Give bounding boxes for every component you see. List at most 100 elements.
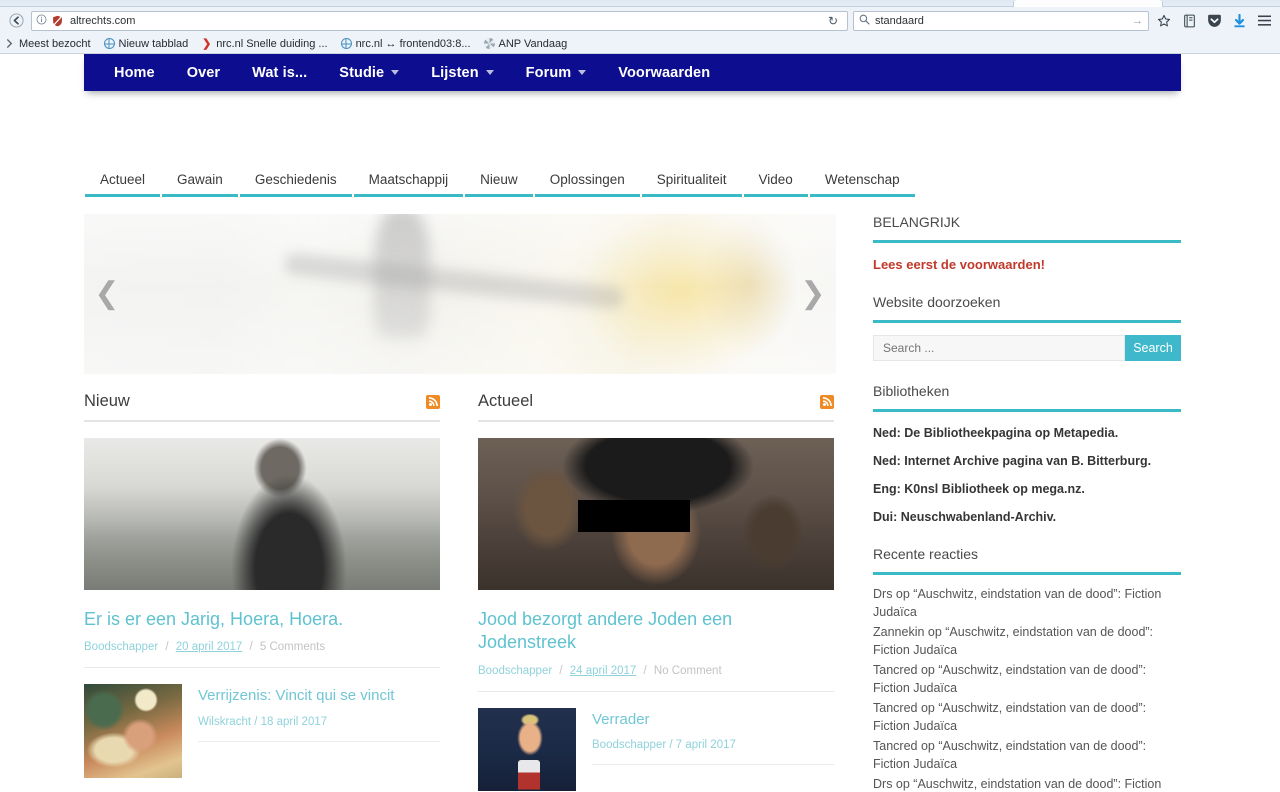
browser-toolbar: altrechts.com ↻ standaard →	[0, 7, 1280, 34]
tab-oplossingen[interactable]: Oplossingen	[534, 172, 641, 197]
bookmark-item-nrc-snelle-duiding[interactable]: ❯ nrc.nl Snelle duiding ...	[201, 37, 328, 51]
article-date[interactable]: 18 april 2017	[261, 716, 328, 728]
chevron-icon	[4, 38, 15, 49]
nav-item-studie[interactable]: Studie	[323, 65, 415, 81]
address-bar[interactable]: altrechts.com ↻	[31, 10, 848, 31]
widget-recente-reacties: Recente reacties Drs op “Auschwitz, eind…	[873, 546, 1181, 791]
nav-item-voorwaarden[interactable]: Voorwaarden	[602, 65, 726, 81]
browser-tab[interactable]	[1013, 0, 1163, 7]
bookmark-label: Meest bezocht	[19, 37, 91, 50]
pocket-icon[interactable]	[1204, 11, 1224, 31]
arrow-right-icon[interactable]: →	[1132, 15, 1143, 27]
url-text: altrechts.com	[70, 14, 136, 27]
comment-item[interactable]: Tancred op “Auschwitz, eindstation van d…	[873, 661, 1181, 697]
back-arrow-icon[interactable]	[6, 11, 26, 31]
nav-item-lijsten[interactable]: Lijsten	[415, 65, 509, 81]
tab-video[interactable]: Video	[743, 172, 809, 197]
nav-label: Forum	[525, 64, 572, 81]
tab-label: Oplossingen	[549, 172, 625, 187]
nav-item-home[interactable]: Home	[98, 65, 171, 81]
hamburger-menu-icon[interactable]	[1254, 11, 1274, 31]
anp-icon	[483, 38, 495, 49]
article-author[interactable]: Boodschapper	[478, 665, 552, 677]
rss-icon[interactable]	[426, 394, 440, 409]
article-thumbnail[interactable]	[84, 684, 182, 779]
tab-actueel[interactable]: Actueel	[84, 172, 161, 197]
tab-spiritualiteit[interactable]: Spiritualiteit	[641, 172, 743, 197]
tracking-protection-icon[interactable]	[52, 15, 63, 27]
nav-item-forum[interactable]: Forum	[510, 65, 603, 81]
comment-item[interactable]: Tancred op “Auschwitz, eindstation van d…	[873, 699, 1181, 735]
comment-item[interactable]: Zannekin op “Auschwitz, eindstation van …	[873, 623, 1181, 659]
article-date[interactable]: 20 april 2017	[176, 641, 243, 653]
library-link[interactable]: Ned: Internet Archive pagina van B. Bitt…	[873, 454, 1181, 468]
bookmark-label: nrc.nl ↔ frontend03:8...	[355, 37, 471, 50]
tab-underline	[465, 194, 533, 197]
hero-slider[interactable]: ❮ ❯	[84, 214, 836, 374]
arrow-left-icon[interactable]: ❮	[90, 279, 124, 309]
browser-search-bar[interactable]: standaard →	[853, 10, 1149, 31]
library-link[interactable]: Eng: K0nsl Bibliotheek op mega.nz.	[873, 482, 1181, 496]
article-title-link[interactable]: Er is er een Jarig, Hoera, Hoera.	[84, 608, 440, 631]
hero-slide-image	[84, 214, 836, 374]
meta-separator: /	[559, 664, 563, 677]
info-icon[interactable]	[36, 14, 47, 28]
site-search-input[interactable]	[873, 335, 1125, 361]
nav-item-over[interactable]: Over	[171, 65, 236, 81]
bookmark-item-nrc-frontend[interactable]: nrc.nl ↔ frontend03:8...	[340, 37, 471, 50]
meta-separator: /	[643, 664, 647, 677]
library-link[interactable]: Ned: De Bibliotheekpagina op Metapedia.	[873, 426, 1181, 440]
column-header: Actueel	[478, 392, 834, 422]
globe-icon	[340, 38, 352, 49]
article-date[interactable]: 24 april 2017	[570, 665, 637, 677]
article-title-link[interactable]: Jood bezorgt andere Joden een Jodenstree…	[478, 608, 834, 655]
article-author[interactable]: Wilskracht	[198, 716, 251, 728]
article-thumbnail[interactable]	[478, 707, 576, 791]
tab-gawain[interactable]: Gawain	[161, 172, 239, 197]
recent-comments-list: Drs op “Auschwitz, eindstation van de do…	[873, 585, 1181, 791]
column-nieuw: Nieuw Er is er een Jarig, Hoera, Hoera. …	[84, 392, 440, 791]
library-link[interactable]: Dui: Neuschwabenland-Archiv.	[873, 510, 1181, 524]
site-main-nav: Home Over Wat is... Studie Lijsten Forum…	[84, 54, 1181, 91]
meta-separator: /	[669, 739, 673, 752]
tab-geschiedenis[interactable]: Geschiedenis	[239, 172, 353, 197]
article-title-link[interactable]: Verrader	[592, 710, 834, 730]
article-author[interactable]: Boodschapper	[592, 739, 666, 751]
article-comment-count[interactable]: 5 Comments	[260, 641, 325, 653]
tab-label: Nieuw	[480, 172, 518, 187]
nav-label: Home	[114, 64, 155, 81]
download-icon[interactable]	[1229, 11, 1249, 31]
comment-item[interactable]: Drs op “Auschwitz, eindstation van de do…	[873, 775, 1181, 791]
article-list-item: Verrijzenis: Vincit qui se vincit Wilskr…	[84, 684, 440, 779]
category-tab-bar: Actueel Gawain Geschiedenis Maatschappij…	[84, 172, 915, 197]
tab-wetenschap[interactable]: Wetenschap	[809, 172, 916, 197]
tab-maatschappij[interactable]: Maatschappij	[353, 172, 465, 197]
rss-icon[interactable]	[820, 394, 834, 409]
article-feature-image[interactable]	[478, 438, 834, 590]
library-icon[interactable]	[1179, 11, 1199, 31]
sidebar: BELANGRIJK Lees eerst de voorwaarden! We…	[873, 214, 1181, 791]
article-feature-image[interactable]	[84, 438, 440, 590]
column-actueel: Actueel Jood bezorgt andere Joden een Jo…	[478, 392, 834, 791]
site-search-button[interactable]: Search	[1125, 335, 1181, 361]
widget-belangrijk: BELANGRIJK Lees eerst de voorwaarden!	[873, 214, 1181, 272]
star-icon[interactable]	[1154, 11, 1174, 31]
bookmark-item-anp-vandaag[interactable]: ANP Vandaag	[483, 38, 567, 50]
browser-chrome: altrechts.com ↻ standaard → Meest bezoch…	[0, 0, 1280, 54]
comment-item[interactable]: Drs op “Auschwitz, eindstation van de do…	[873, 585, 1181, 621]
bookmark-item-nieuw-tabblad[interactable]: Nieuw tabblad	[103, 38, 188, 50]
nrc-icon: ❯	[202, 38, 212, 50]
bookmark-item-meest-bezocht[interactable]: Meest bezocht	[4, 38, 91, 50]
article-title-link[interactable]: Verrijzenis: Vincit qui se vincit	[198, 686, 440, 706]
voorwaarden-alert-link[interactable]: Lees eerst de voorwaarden!	[873, 257, 1181, 272]
comment-item[interactable]: Tancred op “Auschwitz, eindstation van d…	[873, 737, 1181, 773]
bookmark-label: nrc.nl Snelle duiding ...	[216, 37, 328, 50]
article-comment-count[interactable]: No Comment	[654, 665, 722, 677]
meta-separator: /	[249, 641, 253, 654]
tab-nieuw[interactable]: Nieuw	[464, 172, 534, 197]
article-author[interactable]: Boodschapper	[84, 641, 158, 653]
nav-item-wat-is[interactable]: Wat is...	[236, 65, 323, 81]
article-date[interactable]: 7 april 2017	[676, 739, 736, 751]
reload-icon[interactable]: ↻	[825, 14, 843, 28]
arrow-right-icon[interactable]: ❯	[796, 279, 830, 309]
